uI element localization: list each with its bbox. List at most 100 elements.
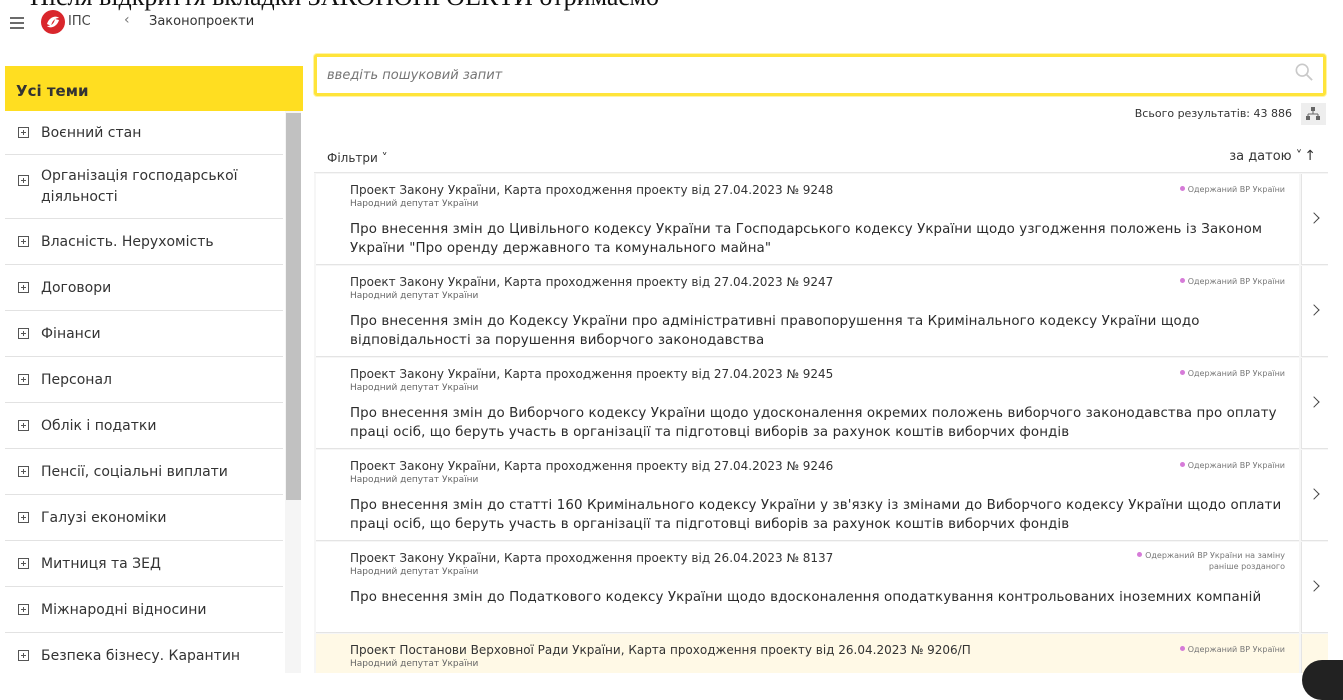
sidebar-item-finance[interactable]: Фінанси xyxy=(5,311,283,357)
sidebar-item-war-state[interactable]: Воєнний стан xyxy=(5,111,283,155)
sidebar-item-accounting-taxes[interactable]: Облік і податки xyxy=(5,403,283,449)
status-badge: Одержаний ВР України xyxy=(1179,184,1285,195)
sidebar-item-label: Організація господарської діяльності xyxy=(41,167,238,205)
status-badge: Одержаний ВР України xyxy=(1179,460,1285,471)
expand-plus-icon[interactable] xyxy=(18,175,29,186)
sidebar-item-label: Власність. Нерухомість xyxy=(41,233,214,250)
sidebar-item-property[interactable]: Власність. Нерухомість xyxy=(5,219,283,265)
sidebar-item-label: Безпека бізнесу. Карантин xyxy=(41,648,241,664)
document-author: Народний депутат України xyxy=(350,475,479,485)
status-badge: Одержаний ВР України xyxy=(1179,368,1285,379)
open-document-button[interactable] xyxy=(1301,542,1328,633)
sidebar-item-international[interactable]: Міжнародні відносини xyxy=(5,587,283,633)
sidebar-item-industries[interactable]: Галузі економіки xyxy=(5,495,283,541)
document-meta[interactable]: Проект Постанови Верховної Ради України,… xyxy=(350,643,971,657)
status-badge: Одержаний ВР України на заміну раніше ро… xyxy=(1135,550,1285,572)
sort-label: за датою ˅ xyxy=(1229,149,1303,164)
filters-row: Фільтри ˅ за датою ˅ ↑ xyxy=(314,131,1328,173)
chevron-right-icon xyxy=(1308,304,1320,316)
sidebar-item-customs[interactable]: Митниця та ЗЕД xyxy=(5,541,283,587)
sidebar-item-personnel[interactable]: Персонал xyxy=(5,357,283,403)
filters-dropdown[interactable]: Фільтри ˅ xyxy=(327,151,388,165)
status-label: Одержаний ВР України xyxy=(1187,645,1285,654)
sidebar-item-label: Митниця та ЗЕД xyxy=(41,555,161,572)
status-dot-icon xyxy=(1179,370,1185,375)
tree-structure-icon[interactable] xyxy=(1301,103,1326,125)
menu-icon[interactable] xyxy=(10,14,24,32)
chevron-right-icon xyxy=(1308,212,1320,224)
sidebar-item-business-organization[interactable]: Організація господарської діяльності xyxy=(5,155,283,219)
list-item[interactable]: Проект Закону України, Карта проходження… xyxy=(316,174,1299,265)
open-document-button[interactable] xyxy=(1301,266,1328,357)
document-author: Народний депутат України xyxy=(350,291,479,301)
search-icon[interactable] xyxy=(1295,63,1313,81)
expand-plus-icon[interactable] xyxy=(18,465,29,477)
status-dot-icon xyxy=(1179,462,1185,467)
status-label: Одержаний ВР України xyxy=(1187,277,1285,286)
status-badge: Одержаний ВР України xyxy=(1179,644,1285,655)
ips-logo-icon[interactable] xyxy=(40,9,66,35)
list-item[interactable]: Проект Постанови Верховної Ради України,… xyxy=(316,634,1299,673)
back-chevron-icon[interactable]: ‹ xyxy=(124,12,130,28)
status-dot-icon xyxy=(1137,552,1143,557)
expand-plus-icon[interactable] xyxy=(18,603,29,615)
sidebar-item-label: Пенсії, соціальні виплати xyxy=(41,463,228,480)
status-label: Одержаний ВР України на заміну раніше ро… xyxy=(1145,551,1285,571)
document-title[interactable]: Про внесення змін до Податкового кодексу… xyxy=(350,588,1285,607)
document-meta[interactable]: Проект Закону України, Карта проходження… xyxy=(350,367,833,381)
document-meta[interactable]: Проект Закону України, Карта проходження… xyxy=(350,551,833,565)
expand-plus-icon[interactable] xyxy=(18,650,29,661)
results-bar: Всього результатів: 43 886 xyxy=(314,103,1326,129)
document-author: Народний депутат України xyxy=(350,567,479,577)
top-cut-text: Після відкриття вкладки ЗАКОНОПРОЕКТИ от… xyxy=(30,0,659,12)
sidebar-item-pensions[interactable]: Пенсії, соціальні виплати xyxy=(5,449,283,495)
status-badge: Одержаний ВР України xyxy=(1179,276,1285,287)
brand-label[interactable]: ІПС xyxy=(68,14,91,29)
expand-plus-icon[interactable] xyxy=(18,373,29,385)
expand-plus-icon[interactable] xyxy=(18,557,29,569)
expand-plus-icon[interactable] xyxy=(18,281,29,293)
breadcrumb[interactable]: Законопроекти xyxy=(149,14,254,29)
search-input[interactable] xyxy=(325,57,1229,93)
document-meta[interactable]: Проект Закону України, Карта проходження… xyxy=(350,275,833,289)
sidebar-header[interactable]: Усі теми xyxy=(5,66,303,111)
sidebar-scrollbar-thumb[interactable] xyxy=(286,113,301,500)
expand-plus-icon[interactable] xyxy=(18,511,29,523)
document-title[interactable]: Про внесення змін до статті 160 Кримінал… xyxy=(350,496,1285,534)
list-item[interactable]: Проект Закону України, Карта проходження… xyxy=(316,450,1299,541)
document-author: Народний депутат України xyxy=(350,383,479,393)
sidebar-item-label: Персонал xyxy=(41,371,112,388)
chevron-right-icon xyxy=(1308,396,1320,408)
sidebar: Усі теми Воєнний стан Організація господ… xyxy=(5,66,303,673)
list-item[interactable]: Проект Закону України, Карта проходження… xyxy=(316,358,1299,449)
list-item[interactable]: Проект Закону України, Карта проходження… xyxy=(316,266,1299,357)
document-title[interactable]: Про внесення змін до Виборчого кодексу У… xyxy=(350,404,1285,442)
chevron-right-icon xyxy=(1308,580,1320,592)
expand-plus-icon[interactable] xyxy=(18,235,29,247)
sidebar-item-security[interactable]: Безпека бізнесу. Карантин xyxy=(5,633,283,679)
sidebar-item-label: Договори xyxy=(41,279,112,296)
chevron-right-icon xyxy=(1308,488,1320,500)
expand-plus-icon[interactable] xyxy=(18,126,29,138)
chat-widget-button[interactable] xyxy=(1302,660,1343,700)
app-bar: ІПС ‹ Законопроекти xyxy=(0,9,1343,42)
status-label: Одержаний ВР України xyxy=(1187,185,1285,194)
open-document-button[interactable] xyxy=(1301,450,1328,541)
results-total: Всього результатів: 43 886 xyxy=(1134,107,1292,120)
expand-plus-icon[interactable] xyxy=(18,327,29,339)
sidebar-item-contracts[interactable]: Договори xyxy=(5,265,283,311)
expand-plus-icon[interactable] xyxy=(18,419,29,431)
sort-direction-icon[interactable]: ↑ xyxy=(1304,148,1316,164)
document-title[interactable]: Про внесення змін до Цивільного кодексу … xyxy=(350,220,1285,258)
list-item[interactable]: Проект Закону України, Карта проходження… xyxy=(316,542,1299,633)
sort-dropdown[interactable]: за датою ˅ ↑ xyxy=(1229,148,1316,164)
document-title[interactable]: Про внесення змін до Кодексу України про… xyxy=(350,312,1285,350)
sidebar-list: Воєнний стан Організація господарської д… xyxy=(5,111,283,679)
status-label: Одержаний ВР України xyxy=(1187,461,1285,470)
sidebar-item-label: Міжнародні відносини xyxy=(41,601,207,618)
open-document-button[interactable] xyxy=(1301,174,1328,265)
document-author: Народний депутат України xyxy=(350,659,479,669)
document-meta[interactable]: Проект Закону України, Карта проходження… xyxy=(350,183,833,197)
document-meta[interactable]: Проект Закону України, Карта проходження… xyxy=(350,459,833,473)
open-document-button[interactable] xyxy=(1301,358,1328,449)
